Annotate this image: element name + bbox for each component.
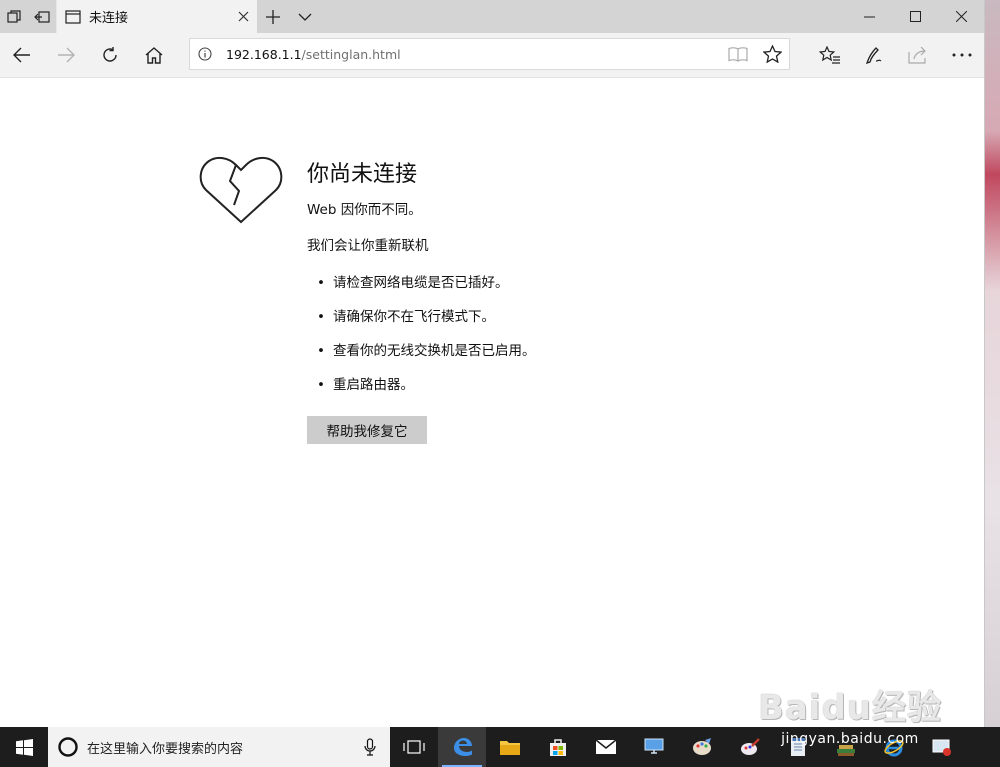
fix-it-button[interactable]: 帮助我修复它 bbox=[307, 416, 427, 444]
favorites-list-icon bbox=[819, 46, 840, 64]
forward-button[interactable] bbox=[44, 33, 88, 77]
page-title: 你尚未连接 bbox=[307, 162, 418, 187]
favorite-button[interactable] bbox=[755, 39, 789, 69]
list-item: • 查看你的无线交换机是否已启用。 bbox=[307, 334, 536, 368]
close-icon bbox=[238, 11, 248, 22]
maximize-icon bbox=[909, 11, 921, 22]
plus-icon bbox=[266, 9, 280, 24]
troubleshoot-list: • 请检查网络电缆是否已插好。 • 请确保你不在飞行模式下。 • 查看你的无线交换机是… bbox=[307, 266, 536, 402]
chevron-down-icon bbox=[298, 13, 312, 21]
page-icon bbox=[65, 9, 81, 24]
forward-arrow-icon bbox=[58, 47, 75, 63]
list-item: • 重启路由器。 bbox=[307, 368, 536, 402]
more-dots-icon bbox=[952, 53, 972, 57]
folder-icon bbox=[500, 741, 520, 755]
bullet: • bbox=[317, 343, 325, 359]
bullet: • bbox=[317, 377, 325, 393]
share-button[interactable] bbox=[896, 33, 940, 77]
navigation-bar: 192.168.1.1/settinglan.html bbox=[0, 33, 984, 78]
toolbar-right bbox=[808, 33, 984, 77]
new-tab-button[interactable] bbox=[257, 0, 289, 33]
reconnect-line: 我们会让你重新联机 bbox=[307, 238, 429, 254]
close-icon bbox=[955, 11, 967, 22]
list-item: • 请确保你不在飞行模式下。 bbox=[307, 300, 536, 334]
more-button[interactable] bbox=[940, 33, 984, 77]
address-host: 192.168.1.1 bbox=[226, 46, 302, 62]
task-view-icon bbox=[403, 740, 425, 754]
taskbar-search[interactable]: 在这里输入你要搜索的内容 bbox=[48, 727, 390, 767]
book-icon bbox=[728, 47, 748, 62]
tab-active[interactable]: 未连接 bbox=[56, 0, 257, 33]
watermark-logo: Baidu经验 bbox=[757, 688, 942, 728]
minimize-icon bbox=[863, 16, 875, 17]
task-view-button[interactable] bbox=[390, 727, 438, 767]
window-controls bbox=[846, 0, 984, 33]
address-bar[interactable]: 192.168.1.1/settinglan.html bbox=[189, 38, 790, 70]
address-path: /settinglan.html bbox=[301, 46, 401, 62]
tip-text: 请确保你不在飞行模式下。 bbox=[333, 309, 495, 325]
pen-icon bbox=[865, 47, 882, 65]
bullet: • bbox=[317, 275, 325, 291]
search-placeholder: 在这里输入你要搜索的内容 bbox=[87, 741, 244, 757]
taskbar-file-explorer[interactable] bbox=[486, 727, 534, 767]
baidu-watermark: Baidu经验 jingyan.baidu.com bbox=[758, 680, 942, 747]
taskbar-mail[interactable] bbox=[582, 727, 630, 767]
desktop-background bbox=[984, 0, 1000, 727]
reading-view-button[interactable] bbox=[721, 39, 755, 69]
tip-text: 重启路由器。 bbox=[333, 377, 414, 393]
taskbar-remote-desktop[interactable] bbox=[630, 727, 678, 767]
tab-close-button[interactable] bbox=[229, 0, 257, 33]
tab-bar: 未连接 bbox=[0, 0, 984, 33]
refresh-icon bbox=[103, 47, 117, 62]
page-content: 你尚未连接 Web 因你而不同。 我们会让你重新联机 • 请检查网络电缆是否已插好… bbox=[0, 78, 984, 727]
microphone-icon[interactable] bbox=[364, 738, 376, 756]
tab-preview-button[interactable] bbox=[289, 0, 321, 33]
start-button[interactable] bbox=[0, 727, 48, 767]
store-bag-icon bbox=[550, 739, 566, 756]
maximize-button[interactable] bbox=[892, 0, 938, 33]
taskbar-edge[interactable] bbox=[438, 727, 486, 767]
tip-text: 查看你的无线交换机是否已启用。 bbox=[333, 343, 536, 359]
mail-icon bbox=[595, 739, 617, 754]
set-aside-icon bbox=[34, 10, 50, 23]
browser-window: 未连接 192.168.1.1/settinglan.html 你尚未连接 We… bbox=[0, 0, 985, 727]
favorites-hub-button[interactable] bbox=[808, 33, 852, 77]
close-window-button[interactable] bbox=[938, 0, 984, 33]
list-item: • 请检查网络电缆是否已插好。 bbox=[307, 266, 536, 300]
broken-heart-icon bbox=[199, 156, 283, 224]
paint-palette-icon bbox=[693, 738, 711, 755]
web-note-button[interactable] bbox=[852, 33, 896, 77]
site-info-icon[interactable] bbox=[190, 39, 220, 69]
share-icon bbox=[908, 46, 926, 64]
set-aside-tabs-button[interactable] bbox=[28, 0, 56, 33]
edge-icon bbox=[454, 738, 472, 756]
taskbar-paint-app[interactable] bbox=[678, 727, 726, 767]
windows-logo-icon bbox=[15, 738, 33, 756]
tab-title: 未连接 bbox=[89, 11, 129, 26]
tab-overview-button[interactable] bbox=[0, 0, 28, 33]
watermark-url: jingyan.baidu.com bbox=[781, 731, 919, 747]
back-button[interactable] bbox=[0, 33, 44, 77]
subtitle-line: Web 因你而不同。 bbox=[307, 202, 422, 218]
taskbar-store[interactable] bbox=[534, 727, 582, 767]
star-icon bbox=[762, 45, 782, 63]
back-arrow-icon bbox=[13, 47, 30, 63]
minimize-button[interactable] bbox=[846, 0, 892, 33]
refresh-button[interactable] bbox=[88, 33, 132, 77]
tabs-overview-icon bbox=[7, 9, 21, 23]
bullet: • bbox=[317, 309, 325, 325]
tip-text: 请检查网络电缆是否已插好。 bbox=[333, 275, 509, 291]
cortana-icon bbox=[58, 737, 78, 757]
home-icon bbox=[145, 46, 163, 64]
computer-network-icon bbox=[644, 738, 664, 754]
address-url: 192.168.1.1/settinglan.html bbox=[226, 47, 721, 62]
home-button[interactable] bbox=[132, 33, 176, 77]
